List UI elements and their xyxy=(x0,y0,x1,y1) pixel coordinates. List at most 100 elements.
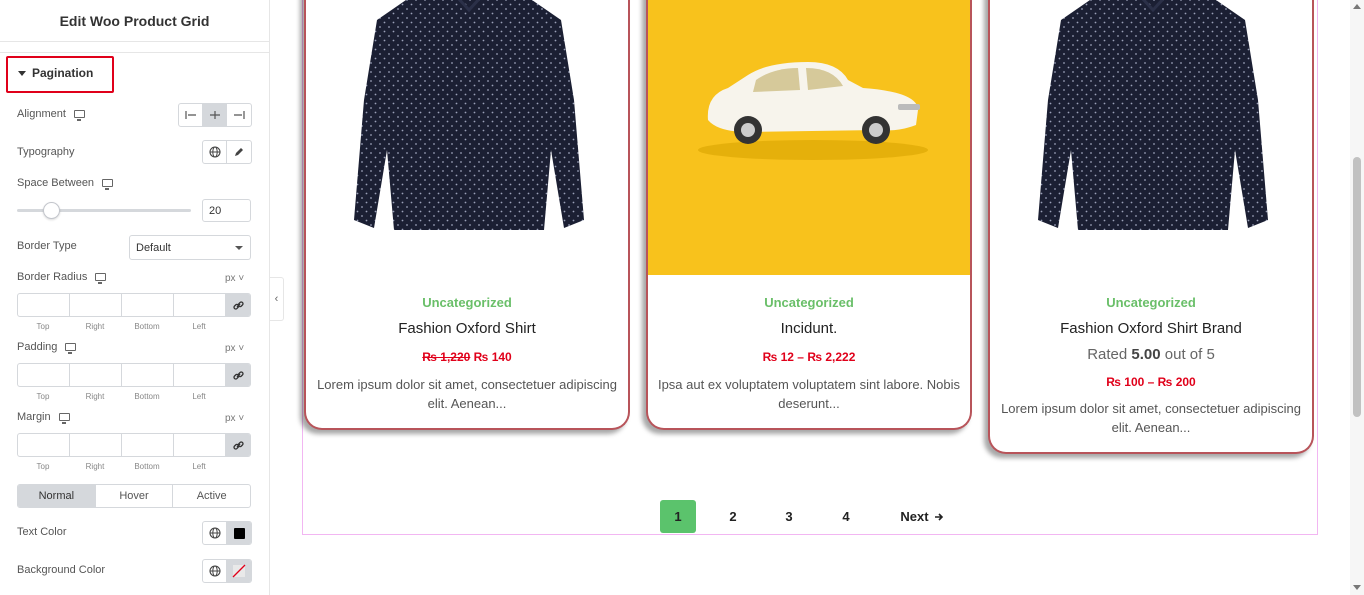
margin-unit-select[interactable]: px ˅ xyxy=(225,413,244,424)
typography-label-text: Typography xyxy=(17,146,75,158)
desktop-icon[interactable] xyxy=(102,179,114,190)
pagination-section-toggle[interactable]: Pagination xyxy=(18,66,93,80)
product-image[interactable] xyxy=(648,0,970,275)
margin-side-labels: Top Right Bottom Left xyxy=(17,462,225,471)
align-right-button[interactable] xyxy=(227,104,251,126)
next-label: Next xyxy=(900,509,929,524)
typography-control xyxy=(202,140,252,164)
globe-icon xyxy=(208,565,221,577)
next-page-button[interactable]: Next xyxy=(894,500,950,533)
space-between-label: Space Between xyxy=(17,177,114,190)
unit-text: px xyxy=(225,343,236,354)
background-color-swatch[interactable] xyxy=(227,560,251,582)
product-category[interactable]: Uncategorized xyxy=(306,295,628,310)
border-radius-right-input[interactable] xyxy=(70,294,122,316)
page-scrollbar[interactable] xyxy=(1350,0,1364,595)
margin-left-input[interactable] xyxy=(174,434,226,456)
align-center-button[interactable] xyxy=(203,104,227,126)
product-card[interactable]: Uncategorized Fashion Oxford Shirt ₨ 1,2… xyxy=(304,0,630,430)
desktop-icon[interactable] xyxy=(73,110,85,121)
product-title[interactable]: Fashion Oxford Shirt xyxy=(306,320,628,337)
space-between-label-text: Space Between xyxy=(17,177,95,189)
padding-left-input[interactable] xyxy=(174,364,226,386)
global-typography-button[interactable] xyxy=(203,141,227,163)
page-1-button[interactable]: 1 xyxy=(660,500,696,533)
global-color-button[interactable] xyxy=(203,522,227,544)
label-top: Top xyxy=(36,462,50,471)
margin-right-input[interactable] xyxy=(70,434,122,456)
product-card[interactable]: Uncategorized Fashion Oxford Shirt Brand… xyxy=(988,0,1314,454)
space-between-input[interactable]: 20 xyxy=(202,199,251,222)
link-values-button[interactable] xyxy=(226,294,250,316)
page-3-button[interactable]: 3 xyxy=(771,500,807,533)
background-color-label-text: Background Color xyxy=(17,564,106,576)
product-category[interactable]: Uncategorized xyxy=(990,295,1312,310)
caret-down-icon xyxy=(18,70,26,76)
scroll-down-icon[interactable] xyxy=(1353,585,1361,590)
arrow-right-icon xyxy=(934,512,943,521)
link-icon xyxy=(232,300,244,310)
product-image[interactable] xyxy=(990,0,1312,275)
desktop-icon[interactable] xyxy=(95,273,107,284)
margin-top-input[interactable] xyxy=(18,434,70,456)
border-radius-bottom-input[interactable] xyxy=(122,294,174,316)
scroll-thumb[interactable] xyxy=(1353,157,1361,417)
label-left: Left xyxy=(192,392,206,401)
label-top: Top xyxy=(36,392,50,401)
product-category[interactable]: Uncategorized xyxy=(648,295,970,310)
unit-text: px xyxy=(225,413,236,424)
product-description: Ipsa aut ex voluptatem voluptatem sint l… xyxy=(657,377,961,411)
border-radius-label: Border Radius xyxy=(17,271,107,284)
product-description: Lorem ipsum dolor sit amet, consectetuer… xyxy=(317,377,617,411)
state-tabs: Normal Hover Active xyxy=(17,484,251,508)
label-right: Right xyxy=(85,392,105,401)
desktop-icon[interactable] xyxy=(65,343,77,354)
text-color-control xyxy=(202,521,252,545)
margin-bottom-input[interactable] xyxy=(122,434,174,456)
car-image xyxy=(698,62,928,160)
text-color-swatch[interactable] xyxy=(227,522,251,544)
tab-active[interactable]: Active xyxy=(173,485,250,507)
label-top: Top xyxy=(36,322,50,331)
rating-value: 5.00 xyxy=(1131,346,1161,363)
tab-hover[interactable]: Hover xyxy=(96,485,174,507)
padding-unit-select[interactable]: px ˅ xyxy=(225,343,244,354)
globe-icon xyxy=(208,527,221,539)
border-type-select[interactable]: Default xyxy=(129,235,251,260)
product-title[interactable]: Fashion Oxford Shirt Brand xyxy=(990,320,1312,337)
collapse-panel-button[interactable]: ‹ xyxy=(270,277,284,321)
scroll-up-icon[interactable] xyxy=(1353,4,1361,9)
align-left-button[interactable] xyxy=(179,104,203,126)
padding-top-input[interactable] xyxy=(18,364,70,386)
tab-normal[interactable]: Normal xyxy=(18,485,96,507)
global-color-button[interactable] xyxy=(203,560,227,582)
border-radius-unit-select[interactable]: px ˅ xyxy=(225,273,244,284)
border-radius-top-input[interactable] xyxy=(18,294,70,316)
desktop-icon[interactable] xyxy=(58,413,70,424)
rating-suffix: out of 5 xyxy=(1164,346,1215,363)
space-between-slider-thumb[interactable] xyxy=(43,202,60,219)
border-radius-left-input[interactable] xyxy=(174,294,226,316)
unit-text: px xyxy=(225,273,236,284)
page-2-button[interactable]: 2 xyxy=(715,500,751,533)
margin-label: Margin xyxy=(17,411,70,424)
link-values-button[interactable] xyxy=(226,364,250,386)
rating-prefix: Rated xyxy=(1087,346,1128,363)
padding-label: Padding xyxy=(17,341,77,354)
price-new: ₨ 140 xyxy=(473,350,512,364)
edit-typography-button[interactable] xyxy=(227,141,251,163)
background-color-control xyxy=(202,559,252,583)
product-card[interactable]: Uncategorized Incidunt. ₨ 12 – ₨ 2,222 I… xyxy=(646,0,972,430)
padding-bottom-input[interactable] xyxy=(122,364,174,386)
product-image[interactable] xyxy=(306,0,628,275)
link-values-button[interactable] xyxy=(226,434,250,456)
page-4-button[interactable]: 4 xyxy=(828,500,864,533)
product-title[interactable]: Incidunt. xyxy=(648,320,970,337)
padding-right-input[interactable] xyxy=(70,364,122,386)
margin-label-text: Margin xyxy=(17,411,51,423)
padding-inputs xyxy=(17,363,251,387)
chevron-left-icon: ‹ xyxy=(274,293,279,305)
alignment-label: Alignment xyxy=(17,108,85,121)
border-radius-side-labels: Top Right Bottom Left xyxy=(17,322,225,331)
label-left: Left xyxy=(192,322,206,331)
